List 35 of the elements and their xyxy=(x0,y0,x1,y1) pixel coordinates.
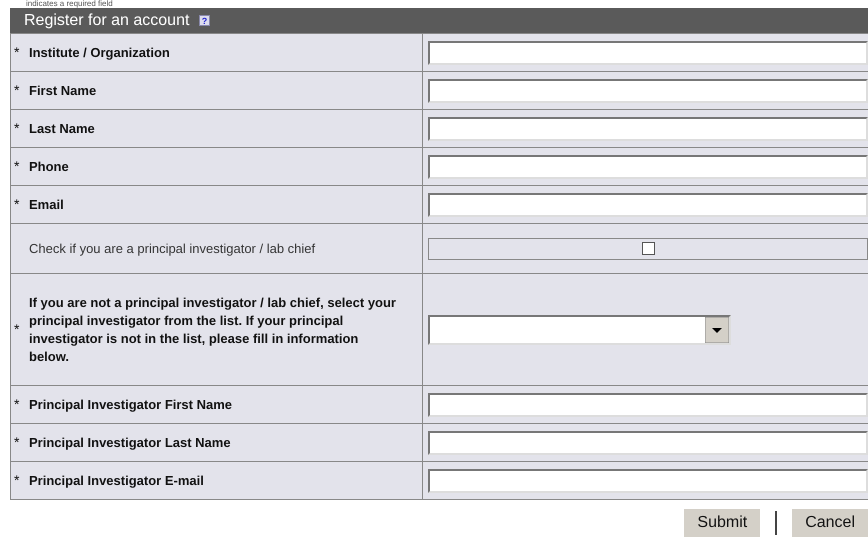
required-mark: * xyxy=(14,157,20,176)
required-mark: * xyxy=(14,395,20,414)
form-title: Register for an account xyxy=(24,10,190,30)
required-mark: * xyxy=(14,433,20,452)
input-field[interactable] xyxy=(428,154,868,178)
field-label: Principal Investigator First Name xyxy=(29,396,234,414)
checkbox[interactable] xyxy=(642,242,655,255)
input-field[interactable] xyxy=(428,78,868,102)
field-label: Last Name xyxy=(29,120,96,138)
field-label: If you are not a principal investigator / lab chief, select your principal investigator from the list. If your principal investigator is not in the list, please fill in information below. xyxy=(29,294,397,366)
field-label: First Name xyxy=(29,82,98,100)
input-field[interactable] xyxy=(428,468,868,492)
input-field[interactable] xyxy=(428,392,868,416)
field-label: Principal Investigator E-mail xyxy=(29,472,205,490)
dropdown[interactable] xyxy=(428,314,731,344)
input-field[interactable] xyxy=(428,192,868,216)
form-button[interactable]: Cancel xyxy=(792,509,868,537)
required-field-note: indicates a required field xyxy=(26,0,114,8)
form-button[interactable]: Submit xyxy=(684,509,760,537)
field-label: Check if you are a principal investigator / lab chief xyxy=(29,240,316,258)
input-field[interactable] xyxy=(428,116,868,140)
input-field[interactable] xyxy=(428,430,868,454)
input-field[interactable] xyxy=(428,40,868,64)
required-mark: * xyxy=(14,195,20,214)
required-mark: * xyxy=(14,471,20,490)
field-label: Principal Investigator Last Name xyxy=(29,434,232,452)
required-mark: * xyxy=(14,81,20,100)
field-label: Institute / Organization xyxy=(29,44,171,62)
dropdown-arrow-icon[interactable] xyxy=(705,316,729,342)
help-icon[interactable]: ? xyxy=(199,14,210,26)
required-mark: * xyxy=(14,43,20,62)
field-label: Phone xyxy=(29,158,70,176)
required-mark: * xyxy=(14,119,20,138)
required-mark: * xyxy=(14,320,20,339)
field-label: Email xyxy=(29,196,65,214)
